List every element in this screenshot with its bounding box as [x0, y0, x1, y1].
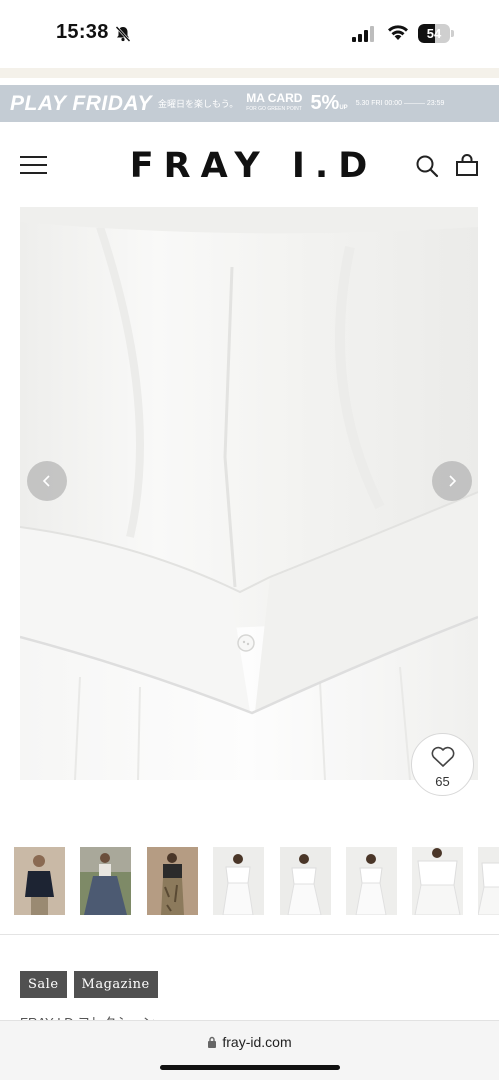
- url-display[interactable]: fray-id.com: [0, 1034, 499, 1050]
- lock-icon: [208, 1036, 217, 1048]
- promo-card-sub: FOR GO GREEN POINT: [246, 105, 302, 112]
- wifi-icon: [388, 25, 408, 40]
- status-time: 15:38: [56, 21, 109, 43]
- promo-subtitle: 金曜日を楽しもう。: [158, 99, 239, 109]
- chevron-left-icon: [42, 475, 50, 487]
- promo-card-name: MA CARD: [246, 90, 303, 105]
- site-header: FRAY I.D: [0, 140, 499, 192]
- heart-icon: [431, 746, 454, 767]
- thumbnail[interactable]: [412, 847, 463, 915]
- thumbnail[interactable]: [80, 847, 131, 915]
- thumbnail[interactable]: [14, 847, 65, 915]
- bell-slash-icon: [115, 26, 131, 42]
- url-text: fray-id.com: [222, 1034, 292, 1050]
- thumbnail[interactable]: [346, 847, 397, 915]
- promo-percent: 5%UP: [310, 92, 347, 115]
- promo-title: PLAY FRIDAY: [10, 91, 153, 115]
- slider-next-button[interactable]: [432, 461, 472, 501]
- battery-level-text: 54: [426, 26, 442, 41]
- status-bar: 15:38 54: [0, 0, 499, 68]
- slider-prev-button[interactable]: [27, 461, 67, 501]
- tag-sale[interactable]: Sale: [20, 971, 67, 998]
- promo-card: MA CARD FOR GO GREEN POINT: [246, 90, 303, 115]
- section-divider: [0, 934, 499, 935]
- favorite-button[interactable]: 65: [411, 733, 474, 796]
- promo-banner[interactable]: PLAY FRIDAY 金曜日を楽しもう。 MA CARD FOR GO GRE…: [0, 85, 499, 122]
- top-strip: [0, 68, 499, 78]
- white-shirt-photo: [20, 207, 478, 780]
- promo-date: 5.30 FRI 00:00 ——— 23:59: [355, 100, 445, 107]
- thumbnail[interactable]: [147, 847, 198, 915]
- thumbnail[interactable]: [478, 847, 499, 915]
- tag-magazine[interactable]: Magazine: [73, 971, 158, 998]
- product-tags: Sale Magazine: [20, 971, 158, 998]
- promo-percent-unit: UP: [339, 105, 348, 111]
- battery-indicator: 54: [418, 24, 454, 43]
- search-icon[interactable]: [415, 154, 439, 178]
- promo-percent-value: 5%: [310, 92, 340, 114]
- shopping-bag-icon[interactable]: [455, 153, 479, 177]
- thumbnail-strip: [14, 847, 499, 917]
- cellular-signal-icon: [352, 26, 374, 42]
- browser-address-bar[interactable]: fray-id.com: [0, 1020, 499, 1080]
- favorite-count: 65: [435, 774, 450, 789]
- thumbnail[interactable]: [213, 847, 264, 915]
- product-main-image[interactable]: [20, 207, 478, 780]
- thumbnail[interactable]: [280, 847, 331, 915]
- home-indicator[interactable]: [160, 1065, 340, 1070]
- chevron-right-icon: [449, 475, 457, 487]
